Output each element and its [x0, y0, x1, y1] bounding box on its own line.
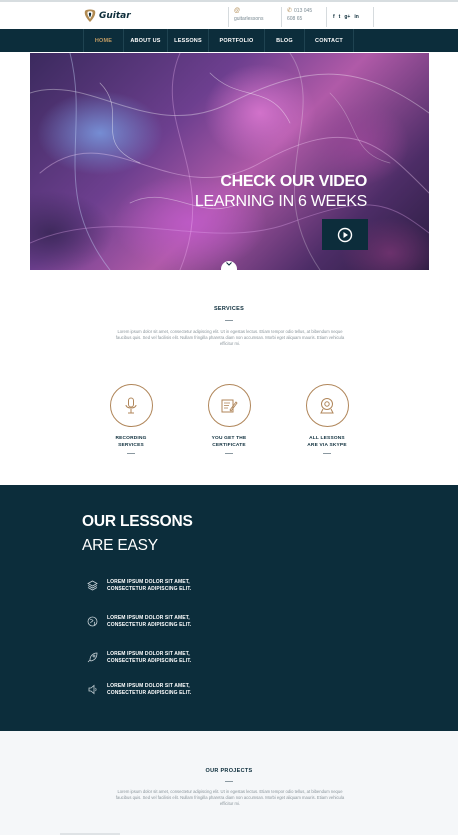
lesson-text-line-2: CONSECTETUR ADIPISCING ELIT. [107, 621, 192, 628]
scroll-down-button[interactable] [221, 261, 237, 270]
service-item-certificate[interactable]: YOU GET THE CERTIFICATE [199, 384, 259, 454]
hero-banner: CHECK OUR VIDEO LEARNING IN 6 WEEKS [30, 53, 429, 270]
service-label-line-2: CERTIFICATE [212, 442, 246, 448]
phone-line-2: 608 65 [287, 16, 303, 22]
service-icon-circle [207, 384, 251, 427]
lesson-text-line-1: LOREM IPSUM DOLOR SIT AMET, [107, 683, 190, 689]
nav-item-contact[interactable]: CONTACT [304, 29, 354, 52]
nav-item-about-us[interactable]: ABOUT US [123, 29, 167, 52]
play-video-button[interactable] [322, 219, 368, 250]
lesson-text-line-1: LOREM IPSUM DOLOR SIT AMET, [107, 579, 190, 585]
hero-title: CHECK OUR VIDEO [220, 173, 367, 190]
linkedin-icon[interactable]: in [354, 13, 358, 21]
lesson-item: LOREM IPSUM DOLOR SIT AMET, CONSECTETUR … [86, 683, 191, 696]
service-item-skype[interactable]: ALL LESSONS ARE VIA SKYPE [297, 384, 357, 454]
lesson-text-line-1: LOREM IPSUM DOLOR SIT AMET, [107, 651, 190, 657]
projects-title: OUR PROJECTS [205, 768, 253, 774]
service-divider [323, 453, 331, 454]
lesson-text-line-2: CONSECTETUR ADIPISCING ELIT. [107, 657, 192, 664]
projects-description: Lorem ipsum dolor sit amet, consectetur … [115, 789, 345, 807]
lesson-text-line-1: LOREM IPSUM DOLOR SIT AMET, [107, 615, 190, 621]
lesson-item: LOREM IPSUM DOLOR SIT AMET, CONSECTETUR … [86, 615, 191, 628]
lesson-item: LOREM IPSUM DOLOR SIT AMET, CONSECTETUR … [86, 651, 191, 664]
lesson-item: LOREM IPSUM DOLOR SIT AMET, CONSECTETUR … [86, 579, 191, 592]
facebook-icon[interactable]: f [333, 13, 335, 21]
services-description: Lorem ipsum dolor sit amet, consectetur … [115, 329, 345, 347]
service-divider [225, 453, 233, 454]
service-item-recording[interactable]: RECORDING SERVICES [101, 384, 161, 454]
globe-icon [87, 616, 97, 627]
lessons-subtitle: ARE EASY [82, 537, 158, 554]
speaker-icon [88, 684, 96, 695]
service-icon-circle [109, 384, 153, 427]
twitter-icon[interactable]: t [339, 13, 341, 21]
main-nav: HOME ABOUT US LESSONS PORTFOLIO BLOG CON… [0, 29, 458, 52]
lessons-section: OUR LESSONS ARE EASY LOREM IPSUM DOLOR S… [0, 485, 458, 731]
service-icon-circle [305, 384, 349, 427]
nav-item-lessons[interactable]: LESSONS [167, 29, 208, 52]
logo[interactable]: Guitar [84, 8, 131, 23]
nav-item-portfolio[interactable]: PORTFOLIO [208, 29, 264, 52]
social-links: f t g+ in [326, 7, 374, 27]
at-icon: @ [234, 8, 241, 14]
service-divider [127, 453, 135, 454]
google-plus-icon[interactable]: g+ [344, 13, 350, 21]
webcam-icon [320, 397, 334, 413]
guitar-pick-icon [84, 9, 96, 22]
phone-icon: ✆ [287, 8, 293, 14]
layers-icon [86, 580, 98, 591]
projects-section: OUR PROJECTS Lorem ipsum dolor sit amet,… [0, 731, 458, 835]
brand-name: Guitar [99, 10, 131, 21]
chevron-down-icon [226, 262, 232, 266]
services-divider [225, 320, 233, 321]
top-bar: Guitar @ guitarlessons ✆ 013 045 608 65 … [0, 0, 458, 29]
microphone-icon [125, 397, 137, 413]
hero-background-art [30, 53, 429, 270]
nav-item-blog[interactable]: BLOG [264, 29, 304, 52]
lessons-title: OUR LESSONS [82, 513, 193, 530]
email-text: guitarlessons [234, 16, 264, 22]
service-label-line-2: SERVICES [118, 442, 144, 448]
hero-subtitle: LEARNING IN 6 WEEKS [194, 193, 367, 210]
lesson-text-line-2: CONSECTETUR ADIPISCING ELIT. [107, 689, 192, 696]
play-icon [337, 227, 353, 242]
email-info[interactable]: @ guitarlessons [228, 7, 276, 27]
rocket-icon [87, 652, 97, 663]
projects-divider [225, 781, 233, 782]
certificate-icon [221, 399, 238, 412]
phone-line-1: 013 045 [294, 8, 313, 14]
nav-item-home[interactable]: HOME [83, 29, 123, 52]
phone-info[interactable]: ✆ 013 045 608 65 [281, 7, 325, 27]
lesson-text-line-2: CONSECTETUR ADIPISCING ELIT. [107, 585, 192, 592]
services-title: SERVICES [213, 306, 245, 312]
service-label-line-2: ARE VIA SKYPE [307, 442, 347, 448]
